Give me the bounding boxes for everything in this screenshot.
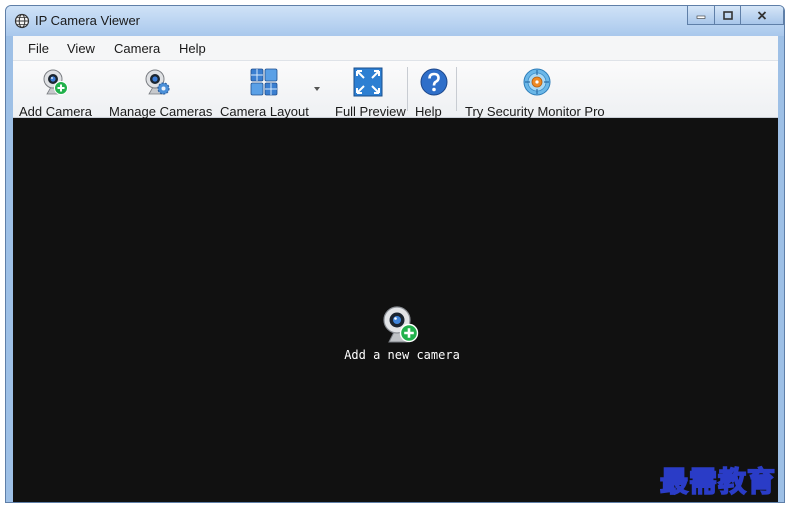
camera-layout-button[interactable]: Camera Layout [217, 61, 317, 119]
layout-grid-icon [250, 68, 278, 96]
menu-view[interactable]: View [67, 41, 95, 56]
manage-cameras-button[interactable]: Manage Cameras [103, 61, 213, 119]
menu-camera[interactable]: Camera [114, 41, 160, 56]
app-window: IP Camera Viewer File View Camera Help A… [5, 5, 785, 503]
minimize-button[interactable] [687, 6, 714, 25]
menu-bar: File View Camera Help [13, 36, 778, 61]
add-camera-label: Add Camera [19, 104, 92, 119]
maximize-button[interactable] [714, 6, 740, 25]
menu-help[interactable]: Help [179, 41, 206, 56]
fullscreen-icon [353, 67, 383, 97]
full-preview-label: Full Preview [335, 104, 406, 119]
title-bar[interactable]: IP Camera Viewer [6, 6, 784, 36]
add-camera-button[interactable]: Add Camera [17, 61, 97, 119]
add-new-camera-text: Add a new camera [344, 348, 460, 362]
camera-add-icon [383, 306, 419, 343]
security-monitor-icon [523, 68, 551, 96]
close-button[interactable] [740, 6, 784, 25]
camera-add-icon [43, 69, 68, 95]
globe-icon [14, 13, 30, 29]
menu-file[interactable]: File [28, 41, 49, 56]
window-title: IP Camera Viewer [35, 13, 141, 28]
add-new-camera-prompt[interactable]: Add a new camera [332, 304, 472, 364]
help-button[interactable]: Help [412, 61, 452, 119]
close-icon [757, 10, 767, 20]
watermark-logo: 最需教育 [659, 464, 777, 499]
manage-cameras-label: Manage Cameras [109, 104, 213, 119]
camera-layout-dropdown-arrow[interactable] [314, 87, 320, 91]
camera-layout-label: Camera Layout [220, 104, 309, 119]
try-security-monitor-pro-button[interactable]: Try Security Monitor Pro [461, 61, 611, 119]
help-label: Help [415, 104, 442, 119]
caption-buttons [687, 6, 784, 26]
try-pro-label: Try Security Monitor Pro [465, 104, 605, 119]
minimize-icon [696, 15, 706, 19]
toolbar-separator [456, 67, 457, 111]
camera-viewport: Add a new camera [13, 118, 778, 502]
full-preview-button[interactable]: Full Preview [331, 61, 406, 119]
toolbar: Add Camera Manage Cameras Camera Layout … [13, 61, 778, 119]
camera-gear-icon [145, 69, 170, 95]
maximize-icon [722, 10, 733, 20]
toolbar-separator [407, 67, 408, 111]
help-icon [420, 68, 448, 96]
